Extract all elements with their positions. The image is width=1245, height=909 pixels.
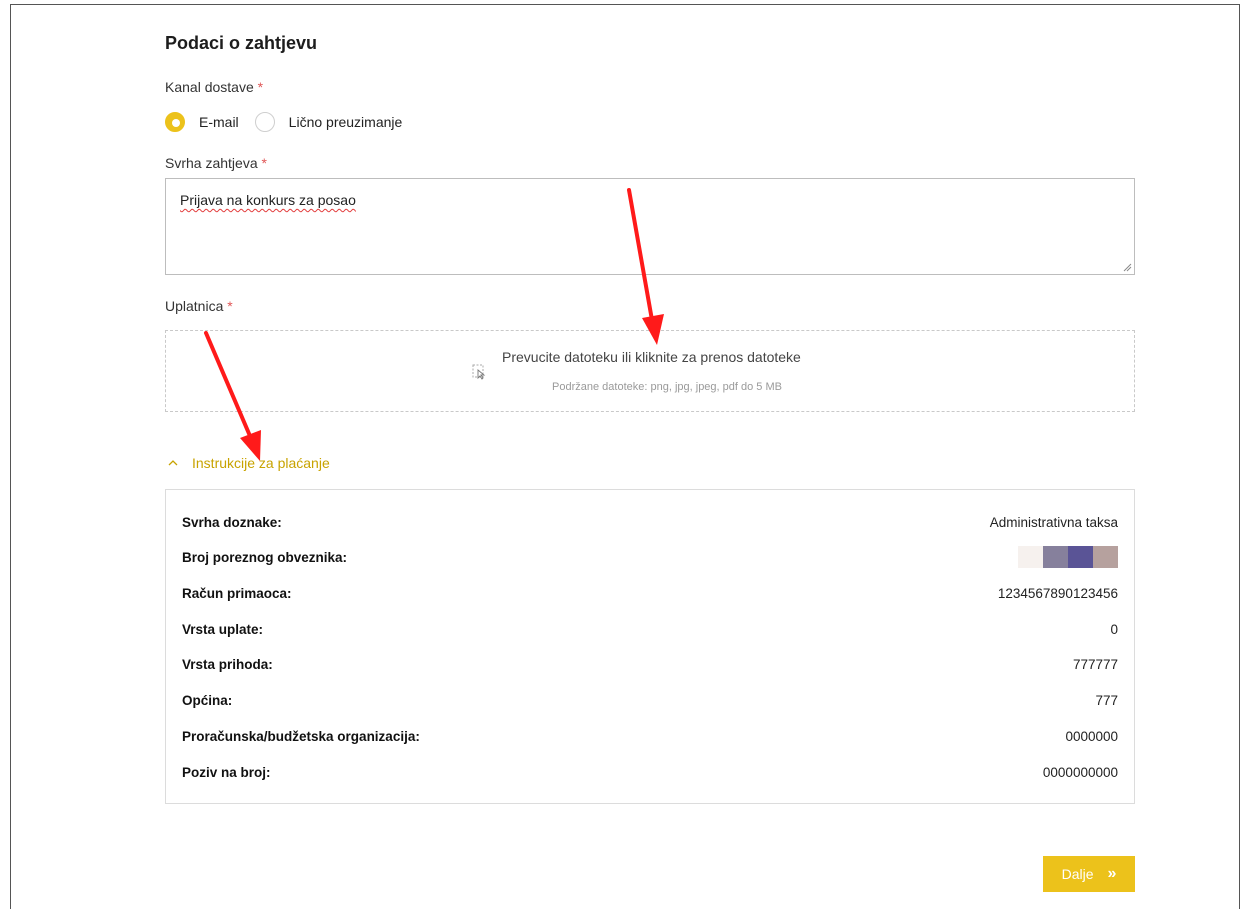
radio-label-email: E-mail: [199, 114, 239, 130]
delivery-radio-group: E-mail Lično preuzimanje: [165, 112, 418, 132]
dropzone-hint: Podržane datoteke: png, jpg, jpeg, pdf d…: [552, 381, 782, 393]
file-upload-icon: [472, 364, 486, 380]
info-key: Račun primaoca:: [182, 585, 292, 601]
radio-option-pickup[interactable]: Lično preuzimanje: [254, 112, 419, 132]
info-value: 0000000: [1065, 728, 1118, 744]
info-row: Vrsta uplate: 0: [182, 619, 1118, 639]
info-key: Proračunska/budžetska organizacija:: [182, 728, 420, 744]
redacted-value: [1018, 546, 1118, 568]
payment-instructions-label: Instrukcije za plaćanje: [192, 455, 330, 471]
required-mark: *: [261, 155, 267, 171]
redaction-block: [1093, 546, 1118, 568]
info-row: Poziv na broj: 0000000000: [182, 762, 1118, 782]
purpose-value: Prijava na konkurs za posao: [180, 192, 356, 208]
info-key: Vrsta prihoda:: [182, 656, 273, 672]
info-key: Svrha doznake:: [182, 514, 282, 530]
chevron-up-icon: [168, 460, 178, 466]
radio-label-pickup: Lično preuzimanje: [288, 114, 403, 130]
info-row: Broj poreznog obveznika:: [182, 546, 1118, 568]
section-title: Podaci o zahtjevu: [165, 33, 318, 53]
purpose-textarea[interactable]: Prijava na konkurs za posao: [165, 178, 1135, 275]
redaction-block: [1043, 546, 1068, 568]
next-button-label: Dalje: [1061, 866, 1094, 882]
delivery-label-text: Kanal dostave: [165, 79, 254, 95]
payment-instructions-panel: Svrha doznake: Administrativna taksa Bro…: [165, 489, 1135, 804]
dropzone-prompt: Prevucite datoteku ili kliknite za preno…: [502, 349, 801, 365]
info-row: Račun primaoca: 1234567890123456: [182, 583, 1118, 603]
redaction-block: [1018, 546, 1043, 568]
radio-button-email[interactable]: [165, 112, 185, 132]
info-value: 0: [1110, 621, 1118, 637]
info-row: Proračunska/budžetska organizacija: 0000…: [182, 726, 1118, 746]
info-key: Općina:: [182, 692, 233, 708]
double-chevron-right-icon: »: [1107, 865, 1117, 882]
purpose-label-text: Svrha zahtjeva: [165, 155, 258, 171]
info-row: Vrsta prihoda: 777777: [182, 654, 1118, 674]
upload-label-text: Uplatnica: [165, 298, 224, 314]
info-key: Vrsta uplate:: [182, 621, 264, 637]
info-row: Općina: 777: [182, 690, 1118, 710]
delivery-label: Kanal dostave *: [165, 79, 263, 95]
info-value: 0000000000: [1042, 764, 1118, 780]
resize-handle-icon[interactable]: [1122, 262, 1132, 272]
info-value: 1234567890123456: [997, 585, 1118, 601]
purpose-label: Svrha zahtjeva *: [165, 155, 267, 171]
info-value: 777777: [1072, 656, 1118, 672]
info-row: Svrha doznake: Administrativna taksa: [182, 512, 1118, 532]
required-mark: *: [257, 79, 264, 95]
info-value: 777: [1095, 692, 1118, 708]
info-key: Poziv na broj:: [182, 764, 271, 780]
info-key: Broj poreznog obveznika:: [182, 549, 348, 565]
radio-option-email[interactable]: E-mail: [165, 112, 255, 132]
next-button[interactable]: Dalje »: [1043, 856, 1135, 892]
required-mark: *: [227, 298, 233, 314]
file-dropzone[interactable]: Prevucite datoteku ili kliknite za preno…: [165, 330, 1135, 412]
redaction-block: [1068, 546, 1093, 568]
upload-label: Uplatnica *: [165, 298, 233, 314]
info-value: Administrativna taksa: [989, 514, 1118, 530]
payment-instructions-toggle[interactable]: Instrukcije za plaćanje: [168, 455, 330, 471]
radio-button-pickup[interactable]: [254, 112, 275, 132]
